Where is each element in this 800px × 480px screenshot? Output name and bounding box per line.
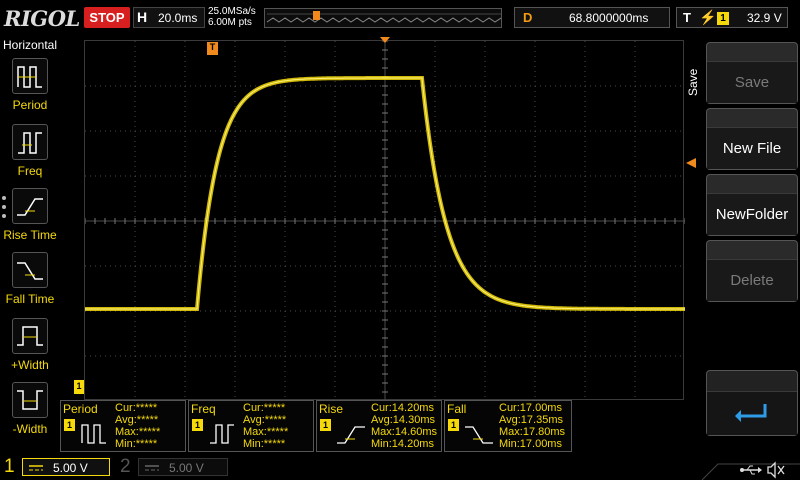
fall-time-icon: [12, 252, 48, 288]
rising-edge-icon: ⚡: [699, 9, 717, 25]
save-button-label: Save: [707, 61, 797, 103]
back-button[interactable]: [706, 370, 798, 436]
channel-1-scale-box: 5.00 V: [22, 458, 110, 476]
measurement-values: Cur:14.20ms Avg:14.30ms Max:14.60ms Min:14.…: [371, 402, 438, 450]
channel-1-scale: 5.00 V: [53, 461, 88, 475]
run-stop-indicator[interactable]: STOP: [84, 7, 130, 28]
horizontal-timebase[interactable]: H 20.0ms: [133, 7, 205, 28]
measurement-channel: 1: [320, 419, 331, 431]
measurement-values: Cur:***** Avg:***** Max:***** Min:*****: [115, 402, 161, 450]
channel-2-scale-box: 5.00 V: [138, 458, 228, 476]
measurement-period[interactable]: Period 1 Cur:***** Avg:***** Max:***** Min:…: [60, 400, 186, 452]
acquisition-info: 25.0MSa/s 6.00M pts: [208, 6, 256, 28]
measurement-channel: 1: [64, 419, 75, 431]
channel-1-tab[interactable]: 1 5.00 V: [0, 454, 112, 480]
measure-item-label: Period: [12, 98, 48, 112]
new-folder-button[interactable]: NewFolder: [706, 174, 798, 236]
channel-2-number: 2: [120, 456, 131, 477]
speaker-mute-icon: [767, 461, 785, 479]
ch1-ground-marker[interactable]: 1: [74, 380, 84, 394]
measure-item-period[interactable]: Period: [0, 58, 60, 120]
freq-icon: [12, 124, 48, 160]
measure-item-negative-width[interactable]: -Width: [0, 382, 60, 444]
memory-waveform-overview: [264, 8, 502, 28]
timebase-value: 20.0ms: [158, 11, 198, 25]
dc-coupling-icon: [145, 465, 159, 471]
negative-width-icon: [12, 382, 48, 418]
waveform-grid: [85, 41, 685, 401]
channel-2-scale: 5.00 V: [169, 461, 204, 475]
trigger-label: T: [683, 10, 691, 25]
channel-1-number: 1: [4, 456, 15, 477]
delay-display[interactable]: D 68.8000000ms: [514, 7, 670, 28]
measurement-rise[interactable]: Rise 1 Cur:14.20ms Avg:14.30ms Max:14.60ms…: [316, 400, 442, 452]
measurement-name: Freq: [191, 402, 216, 416]
measurement-values: Cur:***** Avg:***** Max:***** Min:*****: [243, 402, 289, 450]
measurement-name: Fall: [447, 402, 467, 416]
freq-icon: [210, 424, 234, 444]
delay-value: 68.8000000ms: [569, 11, 649, 25]
measure-item-label: -Width: [12, 422, 48, 436]
measure-item-label: +Width: [11, 358, 49, 372]
measurement-freq[interactable]: Freq 1 Cur:***** Avg:***** Max:***** Min:**…: [188, 400, 314, 452]
measurement-fall[interactable]: Fall 1 Cur:17.00ms Avg:17.35ms Max:17.80ms…: [444, 400, 572, 452]
measure-item-freq[interactable]: Freq: [0, 124, 60, 186]
rise-time-icon: [12, 188, 48, 224]
delete-button-label: Delete: [707, 259, 797, 301]
top-status-bar: RIGOL STOP H 20.0ms 25.0MSa/s 6.00M pts …: [0, 0, 800, 36]
channel-bar: 1 5.00 V 2 5.00 V: [0, 454, 800, 480]
trigger-level: 32.9 V: [747, 11, 782, 25]
measure-menu: Horizontal Period Freq Rise Time Fall Ti…: [0, 36, 60, 446]
trigger-level-marker[interactable]: [686, 158, 696, 168]
new-file-button[interactable]: New File: [706, 108, 798, 170]
measure-item-label: Fall Time: [5, 292, 55, 306]
measurement-name: Period: [63, 402, 98, 416]
measure-item-label: Freq: [17, 164, 43, 178]
horizontal-label: H: [137, 9, 148, 25]
measure-menu-title: Horizontal: [2, 38, 58, 52]
trigger-position-marker[interactable]: T: [207, 42, 218, 55]
status-icons: [700, 454, 800, 480]
measure-item-positive-width[interactable]: +Width: [0, 318, 60, 380]
delay-label: D: [523, 10, 533, 25]
measurement-channel: 1: [192, 419, 203, 431]
measure-item-fall-time[interactable]: Fall Time: [0, 252, 60, 314]
memory-overview-graphic: [266, 11, 501, 23]
measurement-channel: 1: [448, 419, 459, 431]
memory-depth: 6.00M pts: [208, 17, 252, 28]
usb-icon: [740, 465, 762, 475]
rigol-logo: RIGOL: [4, 6, 80, 31]
period-icon: [12, 58, 48, 94]
trigger-source-badge: 1: [717, 12, 729, 25]
measure-item-rise-time[interactable]: Rise Time: [0, 188, 60, 250]
new-folder-button-label: NewFolder: [707, 193, 797, 235]
measurement-name: Rise: [319, 402, 344, 416]
save-button[interactable]: Save: [706, 42, 798, 104]
positive-width-icon: [12, 318, 48, 354]
delete-button[interactable]: Delete: [706, 240, 798, 302]
waveform-display[interactable]: [84, 40, 685, 401]
period-icon: [81, 424, 106, 444]
channel-2-tab[interactable]: 2 5.00 V: [116, 454, 228, 480]
enter-back-icon: [735, 404, 767, 422]
dc-coupling-icon: [29, 465, 43, 471]
measurement-values: Cur:17.00ms Avg:17.35ms Max:17.80ms Min:17.…: [499, 402, 566, 450]
trigger-display[interactable]: T ⚡ 1 32.9 V: [676, 7, 788, 28]
measure-item-label: Rise Time: [3, 228, 57, 242]
new-file-button-label: New File: [707, 127, 797, 169]
sample-rate: 25.0MSa/s: [208, 6, 256, 17]
fall-time-icon: [465, 426, 493, 444]
center-position-marker: [380, 37, 390, 43]
save-menu-tab[interactable]: Save: [686, 60, 704, 104]
rise-time-icon: [337, 426, 365, 444]
status-icons-graphic: [701, 461, 800, 480]
